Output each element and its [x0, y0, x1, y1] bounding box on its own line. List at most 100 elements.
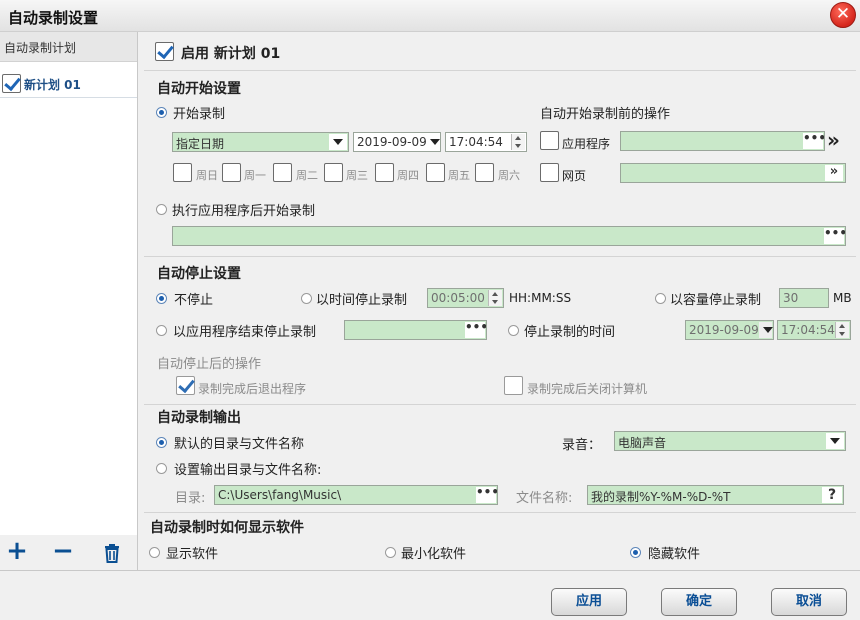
after-app-radio[interactable] — [156, 204, 167, 215]
output-title: 自动录制输出 — [157, 410, 241, 426]
shutdown-after-record-label: 录制完成后关闭计算机 — [527, 382, 648, 396]
open-web-button[interactable]: » — [825, 165, 843, 181]
day-sun-label: 周日 — [196, 169, 218, 182]
day-wed-checkbox[interactable] — [324, 163, 343, 182]
stop-time-spinner[interactable] — [835, 322, 849, 338]
ok-button[interactable]: 确定 — [661, 588, 737, 616]
size-unit-label: MB — [833, 291, 852, 305]
help-icon[interactable]: ? — [822, 487, 842, 503]
duration-spinner[interactable] — [488, 290, 502, 306]
stop-time-value: 17:04:54 — [781, 323, 835, 337]
time-spinner[interactable] — [511, 134, 525, 150]
enable-plan-label: 启用 新计划 01 — [181, 46, 281, 62]
browse-button[interactable]: ••• — [465, 321, 486, 338]
run-app-button[interactable]: » — [827, 128, 840, 152]
stop-at-time-label: 停止录制的时间 — [524, 325, 616, 340]
stop-duration-value: 00:05:00 — [431, 291, 485, 305]
date-mode-value: 指定日期 — [176, 137, 225, 151]
hide-app-label: 隐藏软件 — [648, 547, 701, 562]
start-time-input[interactable]: 17:04:54 — [445, 132, 527, 152]
browse-button[interactable]: ••• — [803, 132, 824, 149]
output-dir-value: C:\Users\fang\Music\ — [218, 488, 342, 502]
time-format-label: HH:MM:SS — [509, 291, 572, 305]
no-stop-label: 不停止 — [174, 293, 214, 308]
divider — [144, 512, 856, 513]
after-app-label: 执行应用程序后开始录制 — [172, 204, 316, 219]
chevron-down-icon[interactable] — [759, 322, 773, 338]
display-title: 自动录制时如何显示软件 — [150, 520, 304, 536]
cancel-button[interactable]: 取消 — [771, 588, 847, 616]
plan-01-checkbox[interactable] — [2, 74, 21, 93]
stop-time-input[interactable]: 17:04:54 — [777, 320, 851, 340]
remove-plan-button[interactable]: − — [50, 538, 76, 565]
stop-size-input[interactable]: 30 — [779, 288, 829, 308]
chevron-down-icon[interactable] — [826, 433, 844, 449]
footer-divider — [0, 570, 860, 571]
day-sun-checkbox[interactable] — [173, 163, 192, 182]
pre-web-checkbox[interactable] — [540, 163, 559, 182]
start-date-picker[interactable]: 2019-09-09 — [353, 132, 441, 152]
trash-icon[interactable] — [99, 543, 125, 569]
start-record-label: 开始录制 — [173, 107, 226, 122]
pre-app-checkbox[interactable] — [540, 131, 559, 150]
stop-by-app-label: 以应用程序结束停止录制 — [173, 325, 317, 340]
stop-app-path-field[interactable]: ••• — [344, 320, 487, 340]
output-dir-field[interactable]: C:\Users\fang\Music\ ••• — [214, 485, 498, 505]
day-thu-checkbox[interactable] — [375, 163, 394, 182]
enable-plan-checkbox[interactable] — [155, 42, 174, 61]
start-record-radio[interactable] — [156, 107, 167, 118]
minimize-app-label: 最小化软件 — [401, 547, 467, 562]
divider — [144, 256, 856, 257]
stop-duration-input[interactable]: 00:05:00 — [427, 288, 504, 308]
divider — [144, 404, 856, 405]
audio-label: 录音： — [562, 438, 602, 453]
default-output-label: 默认的目录与文件名称 — [174, 437, 305, 452]
filename-label: 文件名称: — [516, 491, 573, 506]
stop-by-time-radio[interactable] — [301, 293, 312, 304]
chevron-down-icon[interactable] — [329, 134, 347, 150]
show-app-label: 显示软件 — [166, 547, 219, 562]
hide-app-radio[interactable] — [630, 547, 641, 558]
stop-by-app-radio[interactable] — [156, 325, 167, 336]
start-date-value: 2019-09-09 — [357, 135, 427, 149]
auto-stop-title: 自动停止设置 — [157, 266, 241, 282]
pre-web-url-field[interactable]: » — [620, 163, 846, 183]
stop-date-picker[interactable]: 2019-09-09 — [685, 320, 774, 340]
day-fri-checkbox[interactable] — [426, 163, 445, 182]
window-title: 自动录制设置 — [8, 9, 99, 27]
stop-at-time-radio[interactable] — [508, 325, 519, 336]
chevron-down-icon[interactable] — [426, 134, 440, 150]
day-mon-checkbox[interactable] — [222, 163, 241, 182]
exit-after-record-checkbox[interactable] — [176, 376, 195, 395]
show-app-radio[interactable] — [149, 547, 160, 558]
stop-date-value: 2019-09-09 — [689, 323, 759, 337]
shutdown-after-record-checkbox[interactable] — [504, 376, 523, 395]
default-output-radio[interactable] — [156, 437, 167, 448]
add-plan-button[interactable]: + — [4, 538, 30, 565]
day-sat-label: 周六 — [498, 169, 520, 182]
start-time-value: 17:04:54 — [449, 135, 503, 149]
close-button[interactable]: ✕ — [830, 2, 856, 28]
browse-button[interactable]: ••• — [476, 486, 497, 503]
day-tue-label: 周二 — [296, 169, 318, 182]
apply-button[interactable]: 应用 — [551, 588, 627, 616]
day-tue-checkbox[interactable] — [273, 163, 292, 182]
date-mode-select[interactable]: 指定日期 — [172, 132, 349, 152]
day-sat-checkbox[interactable] — [475, 163, 494, 182]
browse-button[interactable]: ••• — [824, 227, 845, 244]
minimize-app-radio[interactable] — [385, 547, 396, 558]
auto-start-title: 自动开始设置 — [157, 81, 241, 97]
after-app-path-field[interactable]: ••• — [172, 226, 846, 246]
no-stop-radio[interactable] — [156, 293, 167, 304]
custom-output-radio[interactable] — [156, 463, 167, 474]
plan-sidebar: 自动录制计划 新计划 01 — [0, 32, 138, 570]
pre-app-path-field[interactable]: ••• — [620, 131, 825, 151]
stop-by-size-radio[interactable] — [655, 293, 666, 304]
sidebar-item-plan-01[interactable]: 新计划 01 — [0, 70, 137, 98]
day-mon-label: 周一 — [244, 169, 266, 182]
pre-web-label: 网页 — [562, 169, 587, 183]
output-filename-field[interactable]: 我的录制%Y-%M-%D-%T ? — [587, 485, 844, 505]
after-stop-title: 自动停止后的操作 — [157, 357, 262, 372]
day-wed-label: 周三 — [346, 169, 368, 182]
audio-source-select[interactable]: 电脑声音 — [614, 431, 846, 451]
